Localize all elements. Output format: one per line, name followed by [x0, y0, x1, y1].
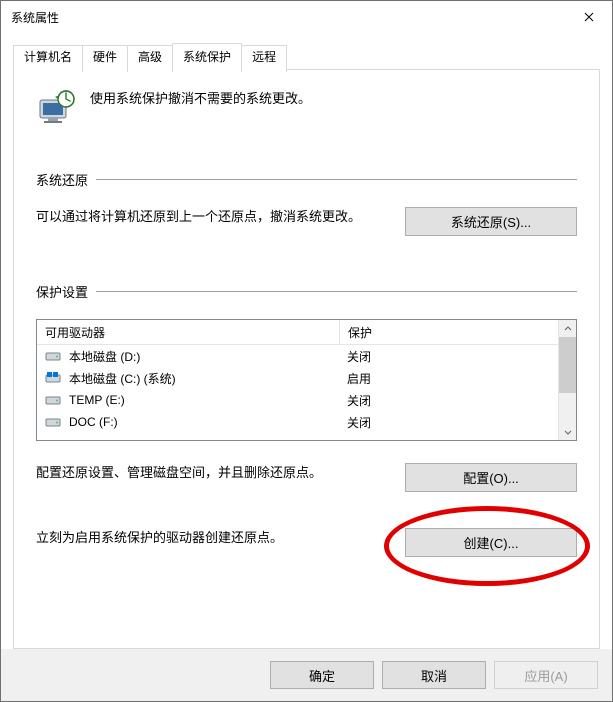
tab-label: 计算机名	[24, 50, 72, 64]
content-area: 计算机名 硬件 高级 系统保护 远程	[1, 33, 612, 649]
drive-name: 本地磁盘 (D:)	[69, 348, 140, 365]
tab-label: 高级	[138, 50, 162, 64]
chevron-up-icon	[564, 325, 572, 333]
divider	[96, 179, 577, 180]
button-label: 创建(C)...	[464, 536, 519, 551]
create-row: 立刻为启用系统保护的驱动器创建还原点。 创建(C)...	[36, 528, 577, 557]
close-button[interactable]	[566, 1, 612, 33]
restore-row: 可以通过将计算机还原到上一个还原点，撤消系统更改。 系统还原(S)...	[36, 207, 577, 236]
tab-remote[interactable]: 远程	[241, 45, 287, 72]
drive-protect: 关闭	[347, 392, 371, 409]
configure-row: 配置还原设置、管理磁盘空间，并且删除还原点。 配置(O)...	[36, 463, 577, 492]
tab-system-protection[interactable]: 系统保护	[172, 43, 242, 70]
system-restore-button[interactable]: 系统还原(S)...	[405, 207, 577, 236]
button-label: 配置(O)...	[463, 471, 519, 486]
drive-list[interactable]: 可用驱动器 保护 本地磁盘 (D:) 关闭	[36, 319, 577, 441]
scroll-up-button[interactable]	[559, 320, 576, 337]
drive-name: DOC (F:)	[69, 415, 118, 429]
scroll-thumb[interactable]	[559, 337, 576, 393]
section-title: 保护设置	[36, 282, 88, 301]
dialog-footer: 确定 取消 应用(A)	[1, 649, 612, 701]
drive-list-header: 可用驱动器 保护	[37, 320, 558, 345]
drive-list-columns: 可用驱动器 保护 本地磁盘 (D:) 关闭	[37, 320, 558, 440]
drive-protect: 关闭	[347, 414, 371, 431]
hdd-icon	[45, 348, 61, 364]
windows-hdd-icon	[45, 370, 61, 386]
tab-strip: 计算机名 硬件 高级 系统保护 远程	[13, 43, 600, 70]
create-desc: 立刻为启用系统保护的驱动器创建还原点。	[36, 528, 387, 548]
hdd-icon	[45, 414, 61, 430]
chevron-down-icon	[564, 428, 572, 436]
tab-label: 硬件	[93, 50, 117, 64]
tab-label: 远程	[252, 50, 276, 64]
window-title: 系统属性	[11, 9, 566, 26]
section-header-restore: 系统还原	[36, 170, 577, 189]
button-label: 确定	[309, 669, 335, 684]
scrollbar[interactable]	[558, 320, 576, 440]
tab-label: 系统保护	[183, 50, 231, 64]
drive-row[interactable]: DOC (F:) 关闭	[37, 411, 558, 433]
button-label: 系统还原(S)...	[451, 215, 531, 230]
tab-hardware[interactable]: 硬件	[82, 45, 128, 72]
cancel-button[interactable]: 取消	[382, 661, 486, 689]
apply-button[interactable]: 应用(A)	[494, 661, 598, 689]
column-header-protect[interactable]: 保护	[340, 320, 558, 344]
ok-button[interactable]: 确定	[270, 661, 374, 689]
drive-name: TEMP (E:)	[69, 393, 125, 407]
system-protection-icon	[36, 88, 76, 128]
button-label: 取消	[421, 669, 447, 684]
scroll-down-button[interactable]	[559, 423, 576, 440]
tab-advanced[interactable]: 高级	[127, 45, 173, 72]
configure-button[interactable]: 配置(O)...	[405, 463, 577, 492]
drive-name: 本地磁盘 (C:) (系统)	[69, 370, 176, 387]
spacer	[36, 250, 577, 282]
column-header-drive[interactable]: 可用驱动器	[37, 320, 340, 344]
tab-computer-name[interactable]: 计算机名	[13, 45, 83, 72]
scroll-track[interactable]	[559, 393, 576, 423]
create-button[interactable]: 创建(C)...	[405, 528, 577, 557]
drive-protect: 启用	[347, 370, 371, 387]
drive-protect: 关闭	[347, 348, 371, 365]
intro-row: 使用系统保护撤消不需要的系统更改。	[36, 88, 577, 128]
drive-row[interactable]: 本地磁盘 (D:) 关闭	[37, 345, 558, 367]
hdd-icon	[45, 392, 61, 408]
section-title: 系统还原	[36, 170, 88, 189]
intro-text: 使用系统保护撤消不需要的系统更改。	[90, 88, 311, 107]
divider	[96, 291, 577, 292]
spacer	[36, 506, 577, 528]
close-icon	[584, 12, 594, 22]
drive-list-body: 本地磁盘 (D:) 关闭 本地磁盘 (C:) (系统) 启用	[37, 345, 558, 433]
drive-row[interactable]: TEMP (E:) 关闭	[37, 389, 558, 411]
system-properties-window: 系统属性 计算机名 硬件 高级 系统保护 远程	[0, 0, 613, 702]
drive-row[interactable]: 本地磁盘 (C:) (系统) 启用	[37, 367, 558, 389]
tab-panel-system-protection: 使用系统保护撤消不需要的系统更改。 系统还原 可以通过将计算机还原到上一个还原点…	[13, 69, 600, 649]
button-label: 应用(A)	[524, 669, 567, 684]
titlebar: 系统属性	[1, 1, 612, 33]
restore-desc: 可以通过将计算机还原到上一个还原点，撤消系统更改。	[36, 207, 387, 227]
configure-desc: 配置还原设置、管理磁盘空间，并且删除还原点。	[36, 463, 387, 483]
section-header-settings: 保护设置	[36, 282, 577, 301]
